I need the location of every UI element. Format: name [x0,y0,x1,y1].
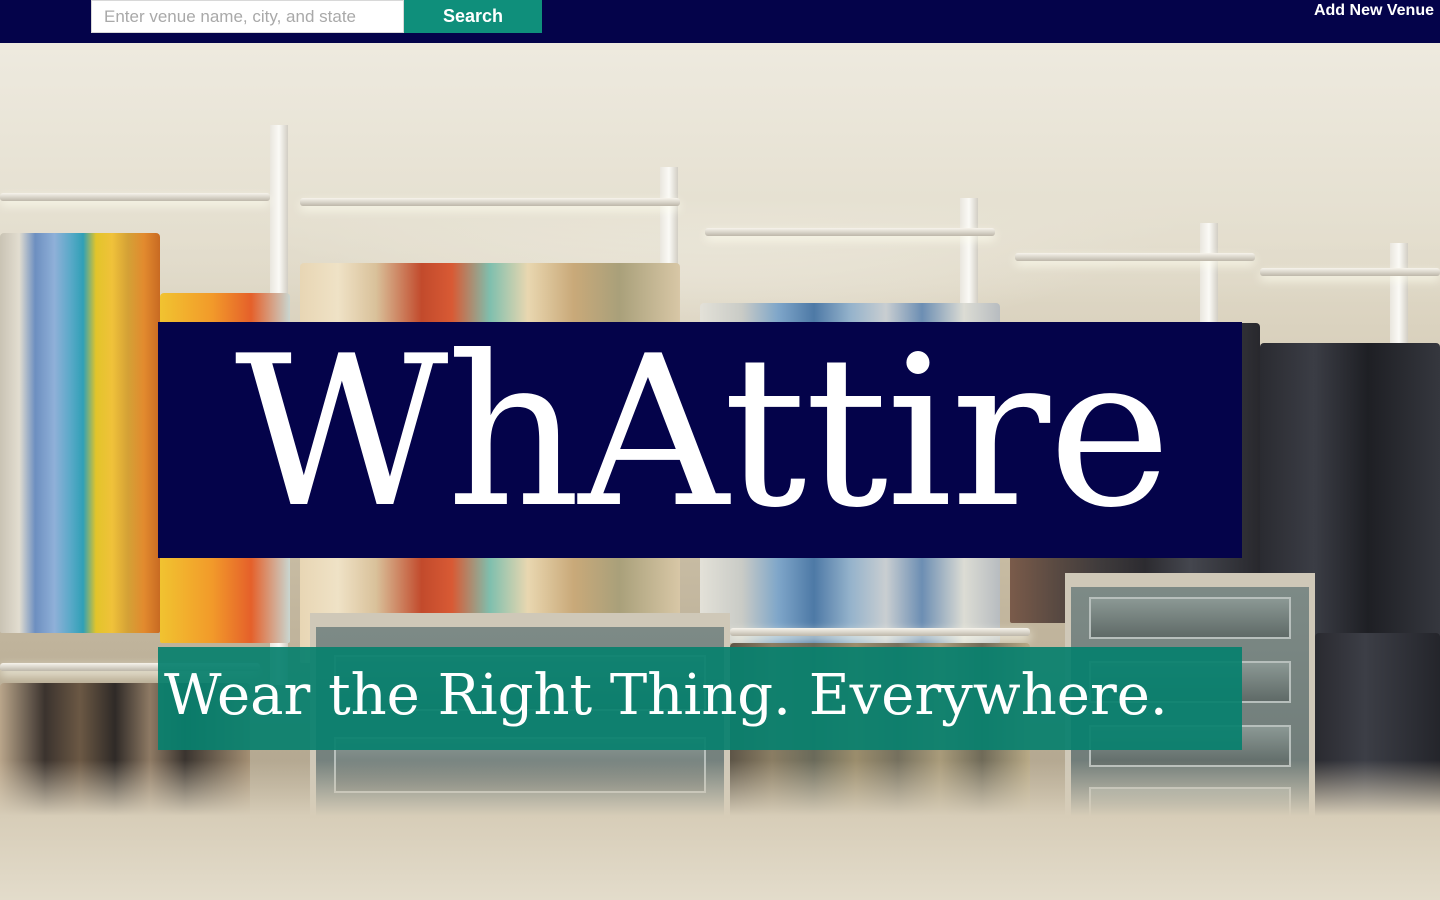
venue-search-input[interactable] [91,0,404,33]
add-new-venue-link[interactable]: Add New Venue [1314,2,1434,20]
brand-logo: WhAttire [234,312,1172,554]
wall-light-glow [0,43,1440,303]
floor [0,760,1440,900]
drawer [1089,597,1291,639]
brand-tagline: Wear the Right Thing. Everywhere. [164,663,1168,728]
logo-banner: WhAttire [158,322,1242,558]
hanging-rail [730,628,1030,636]
tagline-banner: Wear the Right Thing. Everywhere. [158,647,1242,750]
search-button[interactable]: Search [404,0,542,33]
top-navbar: Search Add New Venue [0,0,1440,43]
hanging-rail [705,228,995,236]
hanging-rail [0,193,270,201]
hanging-rail [1015,253,1255,261]
hanging-rail [300,198,680,206]
hanging-clothes [0,233,160,633]
hanging-rail [1260,268,1440,276]
